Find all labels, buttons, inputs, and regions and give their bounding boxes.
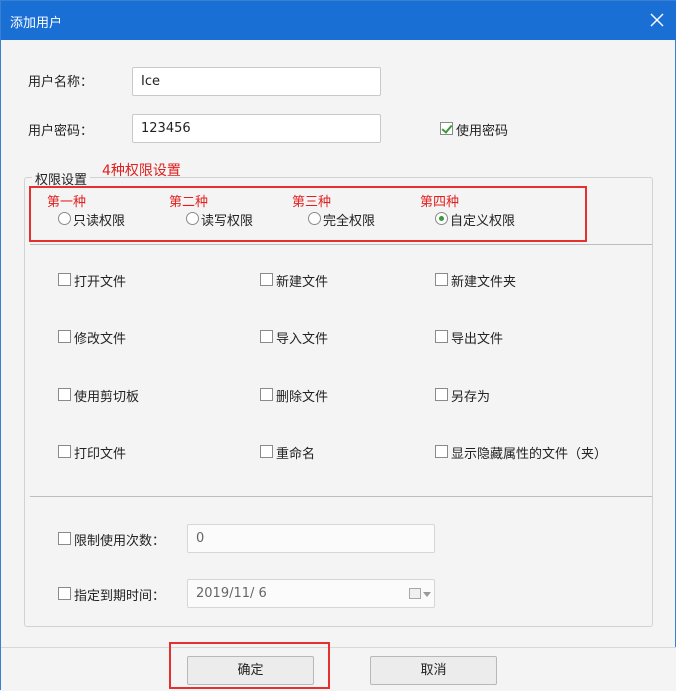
option-export-file-checkbox[interactable] xyxy=(435,330,448,343)
mode-readonly-radio[interactable] xyxy=(58,212,71,225)
use-password-label: 使用密码 xyxy=(456,124,509,139)
chevron-down-icon[interactable] xyxy=(423,592,431,597)
option-import-file-checkbox[interactable] xyxy=(260,330,273,343)
option-import-file-label: 导入文件 xyxy=(276,332,329,347)
ok-button[interactable]: 确定 xyxy=(187,656,314,685)
option-show-hidden-checkbox[interactable] xyxy=(435,445,448,458)
option-print-file-checkbox[interactable] xyxy=(58,445,71,458)
option-clipboard-checkbox[interactable] xyxy=(58,388,71,401)
mode-readwrite-label: 读写权限 xyxy=(201,214,254,229)
option-new-file-checkbox[interactable] xyxy=(260,273,273,286)
annotation-first: 第一种 xyxy=(47,195,87,210)
option-open-file-label: 打开文件 xyxy=(74,275,127,290)
mode-full-label: 完全权限 xyxy=(323,214,376,229)
use-count-input[interactable]: 0 xyxy=(187,524,435,553)
close-icon[interactable] xyxy=(649,12,665,28)
mode-readonly-label: 只读权限 xyxy=(73,214,126,229)
option-modify-file-checkbox[interactable] xyxy=(58,330,71,343)
option-delete-file-label: 删除文件 xyxy=(276,390,329,405)
calendar-icon[interactable] xyxy=(409,588,421,599)
expiry-date-label: 指定到期时间： xyxy=(74,589,166,604)
password-input[interactable]: 123456 xyxy=(132,114,381,143)
mode-custom-radio[interactable] xyxy=(435,212,448,225)
option-rename-checkbox[interactable] xyxy=(260,445,273,458)
expiry-date-input[interactable]: 2019/11/ 6 xyxy=(187,579,435,608)
option-new-file-label: 新建文件 xyxy=(276,275,329,290)
mode-full-radio[interactable] xyxy=(308,212,321,225)
option-new-folder-label: 新建文件夹 xyxy=(451,275,517,290)
annotation-second: 第二种 xyxy=(169,195,209,210)
annotation-fourth: 第四种 xyxy=(420,195,460,210)
window-title: 添加用户 xyxy=(10,16,63,31)
mode-custom-label: 自定义权限 xyxy=(450,214,516,229)
annotation-third: 第三种 xyxy=(292,195,332,210)
username-label: 用户名称： xyxy=(28,75,94,90)
option-new-folder-checkbox[interactable] xyxy=(435,273,448,286)
option-rename-label: 重命名 xyxy=(276,447,316,462)
cancel-button[interactable]: 取消 xyxy=(370,656,497,685)
option-delete-file-checkbox[interactable] xyxy=(260,388,273,401)
option-save-as-label: 另存为 xyxy=(451,390,491,405)
limit-use-count-checkbox[interactable] xyxy=(58,532,71,545)
username-input[interactable]: Ice xyxy=(132,67,381,96)
divider-top xyxy=(30,244,652,245)
option-show-hidden-label: 显示隐藏属性的文件（夹） xyxy=(451,447,608,462)
option-modify-file-label: 修改文件 xyxy=(74,332,127,347)
password-label: 用户密码： xyxy=(28,124,94,139)
option-export-file-label: 导出文件 xyxy=(451,332,504,347)
expiry-date-checkbox[interactable] xyxy=(58,587,71,600)
option-clipboard-label: 使用剪切板 xyxy=(74,390,140,405)
option-print-file-label: 打印文件 xyxy=(74,447,127,462)
title-bar: 添加用户 xyxy=(1,1,676,40)
add-user-dialog: 添加用户 用户名称： Ice 用户密码： 123456 使用密码 4种权限设置 … xyxy=(0,0,676,691)
dialog-footer xyxy=(1,647,676,691)
option-open-file-checkbox[interactable] xyxy=(58,273,71,286)
limit-use-count-label: 限制使用次数： xyxy=(74,534,166,549)
divider-bottom xyxy=(30,496,652,497)
mode-readwrite-radio[interactable] xyxy=(186,212,199,225)
option-save-as-checkbox[interactable] xyxy=(435,388,448,401)
use-password-checkbox[interactable] xyxy=(440,122,453,135)
